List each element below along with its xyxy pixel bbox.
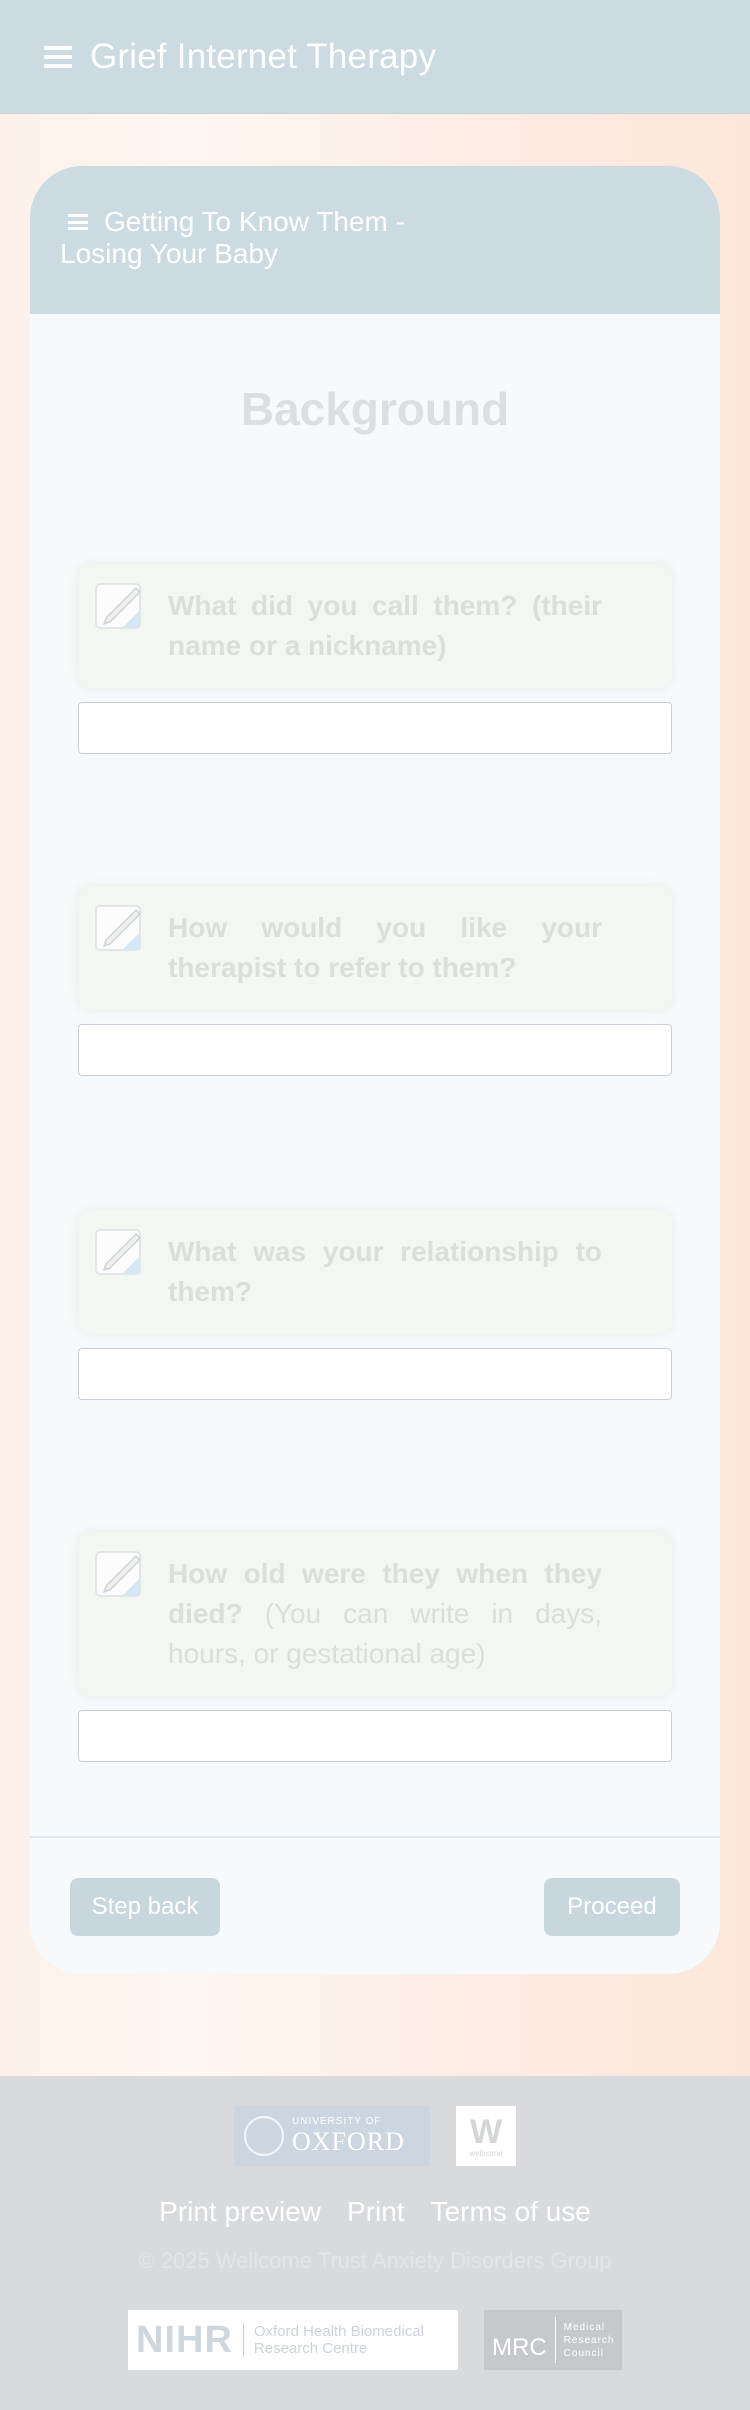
pencil-note-icon (95, 905, 142, 951)
question-box: What was your relationship to them? (78, 1210, 672, 1334)
question-box: How would you like your therapist to ref… (78, 886, 672, 1010)
module-title-line1: Getting To Know Them - (104, 206, 405, 237)
oxford-logo-large: OXFORD (292, 2126, 405, 2156)
pencil-note-icon (95, 1551, 142, 1597)
module-menu-icon[interactable] (68, 214, 88, 230)
pencil-note-icon (95, 1229, 142, 1275)
module-card: Getting To Know Them - Losing Your Baby … (30, 166, 720, 1974)
question-box: What did you call them? (their name or a… (78, 564, 672, 688)
terms-of-use-link[interactable]: Terms of use (431, 2196, 591, 2228)
print-preview-link[interactable]: Print preview (159, 2196, 321, 2228)
nihr-logo[interactable]: NIHR Oxford Health Biomedical Research C… (128, 2310, 458, 2370)
mrc-logo[interactable]: MRC Medical Research Council (484, 2310, 622, 2370)
section-title: Background (240, 383, 510, 435)
answer-input[interactable] (78, 702, 672, 754)
answer-input[interactable] (78, 1024, 672, 1076)
mrc-sub-line: Council (563, 2347, 605, 2359)
question-text: What was your relationship to them? (168, 1236, 602, 1307)
menu-icon[interactable] (44, 45, 72, 68)
answer-input[interactable] (78, 1710, 672, 1762)
oxford-logo-small: UNIVERSITY OF (292, 2115, 382, 2127)
divider (30, 1836, 720, 1838)
mrc-logo-text: MRC (492, 2334, 547, 2361)
nihr-sub-line2: Research Centre (253, 2340, 368, 2357)
module-title-line2: Losing Your Baby (60, 238, 278, 269)
question-block: How old were they when they died? (You c… (78, 1532, 672, 1762)
question-block: What did you call them? (their name or a… (78, 564, 672, 754)
copyright-text: © 2025 Wellcome Trust Anxiety Disorders … (138, 2248, 612, 2273)
question-text: What did you call them? (their name or a… (168, 590, 602, 661)
app-title: Grief Internet Therapy (90, 36, 437, 76)
answer-input[interactable] (78, 1348, 672, 1400)
print-link[interactable]: Print (347, 2196, 405, 2228)
question-box: How old were they when they died? (You c… (78, 1532, 672, 1696)
pencil-note-icon (95, 583, 142, 629)
question-text: How would you like your therapist to ref… (168, 912, 602, 983)
footer: UNIVERSITY OF OXFORD W wellcome Print pr… (0, 2076, 750, 2410)
nihr-sub-line1: Oxford Health Biomedical (253, 2323, 424, 2340)
oxford-crest-icon (244, 2116, 284, 2156)
wellcome-logo-text: wellcome (469, 2148, 503, 2158)
mrc-sub-line: Research (563, 2334, 615, 2346)
wellcome-logo[interactable]: W wellcome (456, 2106, 516, 2166)
mrc-sub-line: Medical (563, 2321, 606, 2333)
oxford-logo[interactable]: UNIVERSITY OF OXFORD (234, 2106, 430, 2166)
wellcome-logo-letter: W (469, 2112, 503, 2151)
proceed-button[interactable]: Proceed (544, 1878, 680, 1936)
module-header: Getting To Know Them - Losing Your Baby (30, 166, 720, 314)
top-navigation-bar: Grief Internet Therapy (0, 0, 750, 114)
nihr-logo-text: NIHR (136, 2318, 233, 2361)
footer-links: Print preview Print Terms of use (0, 2196, 750, 2228)
step-back-button[interactable]: Step back (70, 1878, 220, 1936)
question-block: What was your relationship to them? (78, 1210, 672, 1400)
question-block: How would you like your therapist to ref… (78, 886, 672, 1076)
